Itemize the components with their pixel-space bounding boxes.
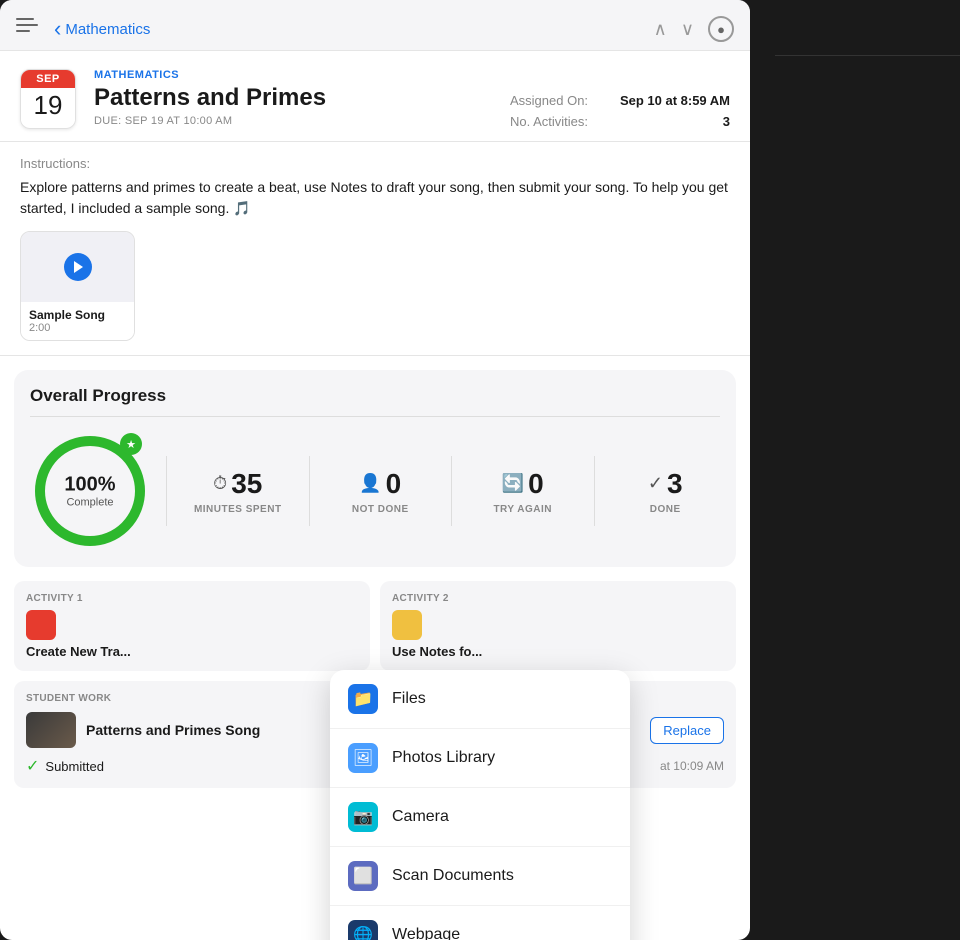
sample-song-card[interactable]: Sample Song 2:00 <box>20 231 135 341</box>
menu-item-scan[interactable]: ⬜ Scan Documents <box>330 847 630 906</box>
try-again-stat: 🔄 0 TRY AGAIN <box>468 468 578 515</box>
minutes-stat: ⏱ 35 MINUTES SPENT <box>183 468 293 515</box>
menu-label-files: Files <box>392 690 426 708</box>
right-panel <box>750 0 960 940</box>
activity-1-name: Create New Tra... <box>26 644 358 659</box>
dropdown-menu: 📁 Files 🖼 Photos Library 📷 Camera ⬜ Scan… <box>330 670 630 940</box>
submitted-checkmark: ✓ <box>26 756 39 776</box>
activity-2-name: Use Notes fo... <box>392 644 724 659</box>
try-again-label: TRY AGAIN <box>493 504 552 515</box>
main-panel: Mathematics ∧ ∨ ● SEP 19 MATHEMATICS Pat… <box>0 0 750 940</box>
divider-4 <box>594 456 595 526</box>
menu-label-camera: Camera <box>392 808 449 826</box>
done-number: 3 <box>667 468 683 500</box>
files-icon: 📁 <box>348 684 378 714</box>
not-done-icon: 👤 <box>359 473 381 494</box>
progress-section: Overall Progress ★ 100% Complete ⏱ <box>14 370 736 567</box>
activity-2-label: ACTIVITY 2 <box>392 593 724 604</box>
progress-stats: ★ 100% Complete ⏱ 35 MINUTES SPENT 👤 <box>30 431 720 551</box>
date-month: SEP <box>21 70 75 88</box>
camera-icon: 📷 <box>348 802 378 832</box>
photos-icon: 🖼 <box>348 743 378 773</box>
divider-1 <box>166 456 167 526</box>
activities-row-meta: No. Activities: 3 <box>510 114 730 129</box>
star-badge: ★ <box>120 433 142 455</box>
circle-percent: 100% <box>64 474 115 497</box>
done-label: DONE <box>650 504 681 515</box>
assignment-info: MATHEMATICS Patterns and Primes DUE: SEP… <box>94 69 492 129</box>
scan-icon: ⬜ <box>348 861 378 891</box>
progress-title: Overall Progress <box>30 386 720 417</box>
back-button[interactable]: Mathematics <box>54 18 654 40</box>
menu-label-webpage: Webpage <box>392 926 460 940</box>
activities-section: ACTIVITY 1 Create New Tra... ACTIVITY 2 … <box>14 581 736 671</box>
assigned-on-row: Assigned On: Sep 10 at 8:59 AM <box>510 93 730 108</box>
assignment-due: DUE: SEP 19 AT 10:00 AM <box>94 115 492 127</box>
done-stat: ✓ 3 DONE <box>611 468 721 515</box>
circle-complete-label: Complete <box>64 497 115 509</box>
back-label: Mathematics <box>65 21 150 38</box>
webpage-icon: 🌐 <box>348 920 378 940</box>
activity-1-icon <box>26 610 56 640</box>
circle-text: 100% Complete <box>64 474 115 509</box>
instructions-section: Instructions: Explore patterns and prime… <box>0 142 750 356</box>
nav-controls: ∧ ∨ ● <box>654 16 734 42</box>
menu-item-webpage[interactable]: 🌐 Webpage <box>330 906 630 940</box>
nav-down-button[interactable]: ∨ <box>681 19 694 40</box>
divider-3 <box>451 456 452 526</box>
replace-button[interactable]: Replace <box>650 717 724 744</box>
minutes-number: 35 <box>231 468 262 500</box>
not-done-top: 👤 0 <box>359 468 401 500</box>
submitted-time: at 10:09 AM <box>660 759 724 773</box>
activity-1-label: ACTIVITY 1 <box>26 593 358 604</box>
assignment-meta: Assigned On: Sep 10 at 8:59 AM No. Activ… <box>510 69 730 129</box>
comment-button[interactable]: ● <box>708 16 734 42</box>
song-duration: 2:00 <box>29 322 126 334</box>
song-preview <box>21 232 134 302</box>
date-badge: SEP 19 <box>20 69 76 129</box>
try-again-number: 0 <box>528 468 544 500</box>
work-thumbnail <box>26 712 76 748</box>
activities-value: 3 <box>723 114 730 129</box>
circle-progress: ★ 100% Complete <box>30 431 150 551</box>
instructions-label: Instructions: <box>20 156 730 171</box>
not-done-label: NOT DONE <box>352 504 409 515</box>
minutes-label: MINUTES SPENT <box>194 504 282 515</box>
menu-label-scan: Scan Documents <box>392 867 514 885</box>
date-day: 19 <box>21 88 75 125</box>
assignment-title: Patterns and Primes <box>94 84 492 112</box>
activity-card-2: ACTIVITY 2 Use Notes fo... <box>380 581 736 671</box>
instructions-text: Explore patterns and primes to create a … <box>20 177 730 219</box>
minutes-top: ⏱ 35 <box>213 468 262 500</box>
menu-item-camera[interactable]: 📷 Camera <box>330 788 630 847</box>
menu-item-files[interactable]: 📁 Files <box>330 670 630 729</box>
nav-up-button[interactable]: ∧ <box>654 19 667 40</box>
play-button[interactable] <box>64 253 92 281</box>
assignment-header: SEP 19 MATHEMATICS Patterns and Primes D… <box>0 51 750 142</box>
sidebar-toggle[interactable] <box>16 18 44 40</box>
try-again-icon: 🔄 <box>502 473 524 494</box>
activity-card-1: ACTIVITY 1 Create New Tra... <box>14 581 370 671</box>
activities-label: No. Activities: <box>510 114 588 129</box>
menu-label-photos: Photos Library <box>392 749 495 767</box>
song-title: Sample Song <box>29 308 126 322</box>
not-done-number: 0 <box>386 468 402 500</box>
activity-2-icon <box>392 610 422 640</box>
try-again-top: 🔄 0 <box>502 468 544 500</box>
assigned-value: Sep 10 at 8:59 AM <box>620 93 730 108</box>
clock-icon: ⏱ <box>213 473 227 494</box>
top-bar: Mathematics ∧ ∨ ● <box>0 0 750 51</box>
menu-item-photos[interactable]: 🖼 Photos Library <box>330 729 630 788</box>
submitted-label: Submitted <box>45 759 104 774</box>
assignment-subject: MATHEMATICS <box>94 69 492 81</box>
not-done-stat: 👤 0 NOT DONE <box>326 468 436 515</box>
song-info: Sample Song 2:00 <box>21 302 134 340</box>
assigned-label: Assigned On: <box>510 93 588 108</box>
done-icon: ✓ <box>648 473 663 494</box>
done-top: ✓ 3 <box>648 468 683 500</box>
divider-2 <box>309 456 310 526</box>
